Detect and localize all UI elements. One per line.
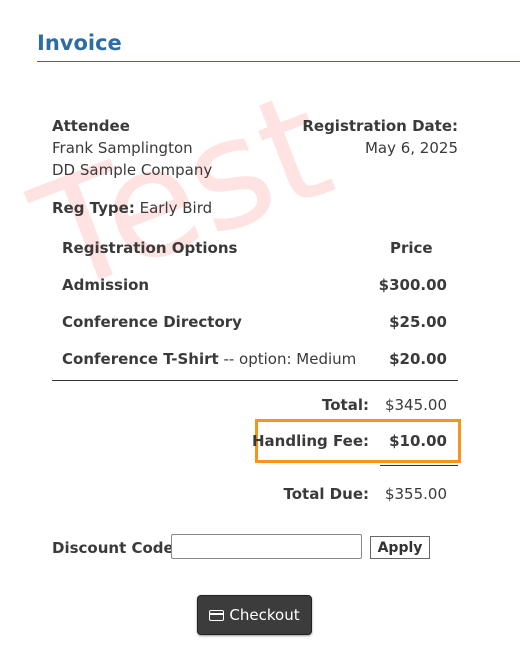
option-name: Conference Directory: [62, 313, 242, 331]
option-detail: -- option: Medium: [218, 350, 357, 368]
options-divider: [52, 380, 458, 381]
checkout-label: Checkout: [229, 606, 300, 624]
total-due-label: Total Due:: [283, 485, 369, 503]
page-title: Invoice: [37, 31, 122, 55]
discount-code-label: Discount Code:: [52, 539, 180, 557]
total-due-value: $355.00: [384, 485, 447, 503]
total-label: Total:: [322, 396, 369, 414]
reg-type: Reg Type: Early Bird: [52, 199, 212, 217]
option-row-price: $25.00: [389, 313, 447, 331]
option-row-name: Conference Directory: [62, 313, 242, 331]
checkout-button[interactable]: Checkout: [197, 595, 312, 635]
option-row-name: Conference T-Shirt -- option: Medium: [62, 350, 356, 368]
attendee-label: Attendee: [52, 117, 130, 135]
handling-fee-value: $10.00: [389, 432, 447, 450]
credit-card-icon: [209, 609, 225, 621]
options-column-header: Registration Options: [62, 239, 238, 257]
discount-code-input[interactable]: [171, 534, 362, 559]
attendee-name: Frank Samplington: [52, 139, 193, 157]
registration-date-label: Registration Date:: [302, 117, 458, 135]
option-row-name: Admission: [62, 276, 149, 294]
reg-type-label: Reg Type:: [52, 199, 135, 217]
totals-divider: [380, 465, 458, 466]
option-row-price: $20.00: [389, 350, 447, 368]
option-name: Conference T-Shirt: [62, 350, 219, 368]
option-name: Admission: [62, 276, 150, 294]
apply-discount-button[interactable]: Apply: [370, 536, 430, 559]
handling-fee-label: Handling Fee:: [252, 432, 369, 450]
total-value: $345.00: [384, 396, 447, 414]
reg-type-value: Early Bird: [139, 199, 213, 217]
registration-date-value: May 6, 2025: [364, 139, 458, 157]
attendee-company: DD Sample Company: [52, 161, 213, 179]
price-column-header: Price: [390, 239, 433, 257]
title-divider: [37, 61, 520, 62]
option-row-price: $300.00: [378, 276, 447, 294]
